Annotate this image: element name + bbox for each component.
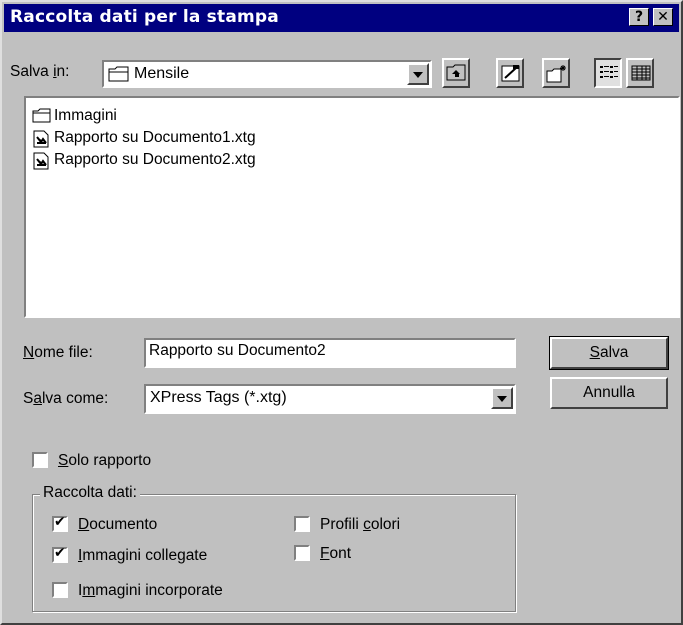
file-item-label: Rapporto su Documento1.xtg: [54, 129, 256, 146]
color-profiles-label[interactable]: Profili colori: [320, 516, 400, 534]
save-in-value: Mensile: [134, 65, 190, 82]
chevron-down-icon: [497, 396, 507, 402]
font-checkbox[interactable]: [294, 545, 310, 561]
report-only-checkbox[interactable]: [32, 452, 48, 468]
check-icon: ✔: [54, 514, 66, 530]
desktop-icon: [501, 65, 520, 82]
save-in-dropdown-button[interactable]: [407, 63, 429, 85]
desktop-button[interactable]: [496, 58, 524, 88]
new-folder-icon: [546, 65, 566, 83]
new-folder-button[interactable]: [542, 58, 570, 88]
up-folder-icon: [446, 64, 466, 81]
font-label[interactable]: Font: [320, 545, 351, 563]
window-title: Raccolta dati per la stampa: [10, 7, 279, 27]
folder-icon: [108, 66, 129, 82]
filename-label: Nome file:: [23, 344, 93, 361]
details-view-button[interactable]: [626, 58, 654, 88]
list-view-icon: [600, 66, 618, 78]
cancel-button[interactable]: Annulla: [550, 377, 668, 409]
linked-images-label[interactable]: Immagini collegate: [78, 547, 207, 565]
save-button[interactable]: Salva: [549, 336, 669, 370]
title-bar[interactable]: Raccolta dati per la stampa ? ✕: [4, 4, 679, 32]
folder-icon: [32, 108, 51, 123]
document-label[interactable]: Documento: [78, 516, 157, 534]
report-only-label[interactable]: Solo rapporto: [58, 452, 151, 470]
filename-input[interactable]: [149, 342, 499, 360]
save-as-label: Salva come:: [23, 390, 109, 407]
collect-data-group-title: Raccolta dati:: [40, 484, 140, 502]
embedded-images-checkbox[interactable]: [52, 582, 68, 598]
save-dialog-window: Raccolta dati per la stampa ? ✕ Salva in…: [0, 0, 683, 625]
file-item-label: Rapporto su Documento2.xtg: [54, 151, 256, 168]
file-item-label: Immagini: [54, 107, 117, 124]
chevron-down-icon: [413, 72, 423, 78]
list-view-button[interactable]: [594, 58, 622, 88]
embedded-images-label[interactable]: Immagini incorporate: [78, 582, 223, 600]
close-button[interactable]: ✕: [653, 8, 673, 26]
save-as-dropdown[interactable]: XPress Tags (*.xtg): [144, 384, 516, 414]
save-in-dropdown[interactable]: Mensile: [102, 60, 432, 88]
document-checkbox[interactable]: ✔: [52, 514, 68, 532]
check-icon: ✔: [54, 545, 66, 561]
color-profiles-checkbox[interactable]: [294, 516, 310, 532]
details-view-icon: [631, 65, 651, 81]
linked-images-checkbox[interactable]: ✔: [52, 545, 68, 563]
save-as-value: XPress Tags (*.xtg): [150, 389, 287, 406]
document-icon: [33, 130, 49, 148]
save-as-dropdown-button[interactable]: [491, 387, 513, 409]
up-folder-button[interactable]: [442, 58, 470, 88]
save-in-label: Salva in:: [10, 63, 70, 80]
filename-input-box[interactable]: [144, 338, 516, 368]
document-icon: [33, 152, 49, 170]
help-button[interactable]: ?: [629, 8, 649, 26]
file-list[interactable]: Immagini Rapporto su Documento1.xtg Rapp…: [24, 96, 680, 318]
